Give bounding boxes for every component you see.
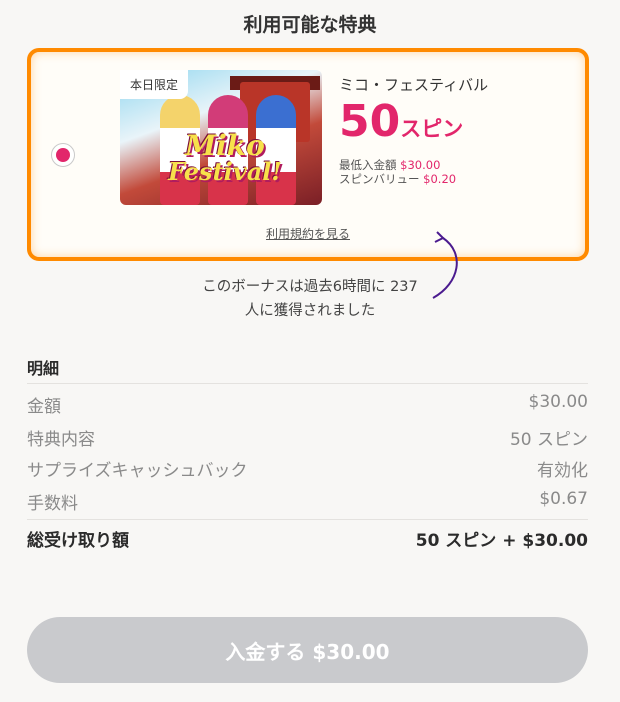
- summary-row-cashback: サプライズキャッシュバック 有効化: [27, 456, 588, 481]
- limited-badge: 本日限定: [120, 70, 189, 99]
- summary-divider-top: [27, 383, 588, 384]
- bonus-offer-card[interactable]: Miko Festival! 本日限定 ミコ・フェスティバル 50スピン 最低入…: [27, 48, 589, 261]
- summary-row-value: $0.67: [539, 489, 588, 509]
- summary-row-value: 有効化: [537, 461, 588, 481]
- min-deposit-value: $30.00: [400, 158, 441, 172]
- summary-row-label: 手数料: [27, 494, 78, 514]
- claim-notice-line1: このボーナスは過去6時間に 237: [202, 279, 418, 295]
- terms-link[interactable]: 利用規約を見る: [31, 225, 585, 242]
- bonus-radio[interactable]: [51, 143, 75, 167]
- min-deposit-label: 最低入金額: [339, 158, 397, 172]
- summary-row-label: 金額: [27, 397, 61, 417]
- claim-notice-line2: 人に獲得されました: [244, 303, 376, 319]
- game-logo: Miko Festival!: [160, 132, 290, 192]
- min-deposit-line: 最低入金額 $30.00: [339, 158, 440, 172]
- total-label: 総受け取り額: [27, 531, 129, 551]
- spins-amount: 50スピン: [339, 96, 463, 147]
- summary-row-value: 50 スピン: [509, 430, 588, 450]
- radio-selected-dot: [56, 148, 70, 162]
- summary-row-amount: 金額 $30.00: [27, 392, 588, 417]
- game-logo-line2: Festival!: [168, 157, 282, 186]
- summary-title: 明細: [27, 359, 60, 378]
- game-logo-line1: Miko: [185, 129, 265, 162]
- summary-row-label: 特典内容: [27, 430, 95, 450]
- summary-row-fee: 手数料 $0.67: [27, 489, 588, 514]
- summary-row-value: $30.00: [528, 392, 588, 412]
- claim-notice: このボーナスは過去6時間に 237 人に獲得されました: [155, 275, 465, 323]
- page-title: 利用可能な特典: [243, 14, 377, 36]
- spin-value-label: スピンバリュー: [339, 172, 420, 186]
- game-name: ミコ・フェスティバル: [339, 76, 489, 94]
- deposit-button[interactable]: 入金する $30.00: [27, 617, 588, 683]
- summary-row-total: 総受け取り額 50 スピン + $30.00: [27, 526, 588, 551]
- summary-row-label: サプライズキャッシュバック: [27, 461, 248, 481]
- spin-value-value: $0.20: [423, 172, 457, 186]
- total-value: 50 スピン + $30.00: [415, 531, 588, 551]
- spin-value-line: スピンバリュー $0.20: [339, 172, 456, 186]
- spins-unit: スピン: [400, 117, 464, 141]
- spins-number: 50: [339, 96, 401, 147]
- summary-row-bonus: 特典内容 50 スピン: [27, 425, 588, 450]
- summary-divider-bottom: [27, 519, 588, 520]
